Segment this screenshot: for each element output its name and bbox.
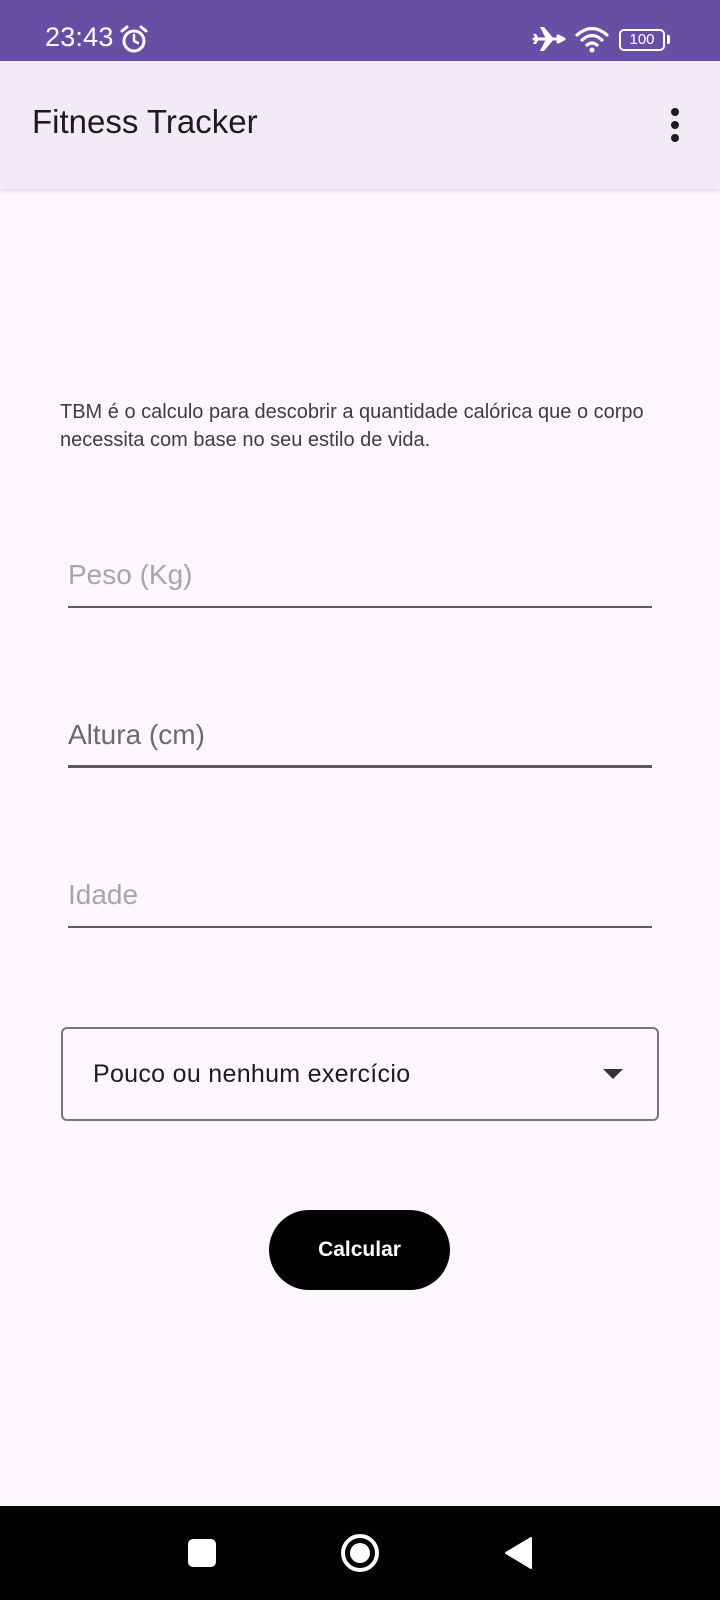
recents-square-icon[interactable] <box>188 1539 216 1567</box>
age-field[interactable] <box>68 872 652 928</box>
app-title: Fitness Tracker <box>32 103 258 140</box>
alarm-icon <box>120 25 148 53</box>
app-bar: Fitness Tracker <box>0 61 720 189</box>
age-underline <box>68 926 652 928</box>
weight-input[interactable] <box>68 552 652 598</box>
activity-level-value: Pouco ou nenhum exercício <box>93 1060 411 1088</box>
arrow-drop-down-icon <box>603 1069 623 1079</box>
weight-underline <box>68 606 652 608</box>
airplane-mode-icon <box>532 27 566 51</box>
height-input[interactable] <box>68 712 652 758</box>
back-triangle-icon[interactable] <box>503 1536 533 1570</box>
more-vert-icon[interactable] <box>660 105 690 145</box>
home-circle-icon[interactable] <box>340 1533 380 1573</box>
tbm-description: TBM é o calculo para descobrir a quantid… <box>60 401 644 451</box>
weight-field[interactable] <box>68 552 652 608</box>
height-underline <box>68 765 652 768</box>
calculate-button[interactable]: Calcular <box>269 1210 450 1290</box>
navigation-bar <box>0 1506 720 1600</box>
battery-tip <box>667 35 670 44</box>
height-field[interactable] <box>68 712 652 768</box>
activity-level-select[interactable]: Pouco ou nenhum exercício <box>61 1027 659 1121</box>
status-time: 23:43 <box>45 22 114 52</box>
wifi-icon <box>575 26 609 53</box>
status-bar: 23:43 100 <box>0 0 720 61</box>
battery-icon: 100 <box>619 29 665 51</box>
age-input[interactable] <box>68 872 652 918</box>
